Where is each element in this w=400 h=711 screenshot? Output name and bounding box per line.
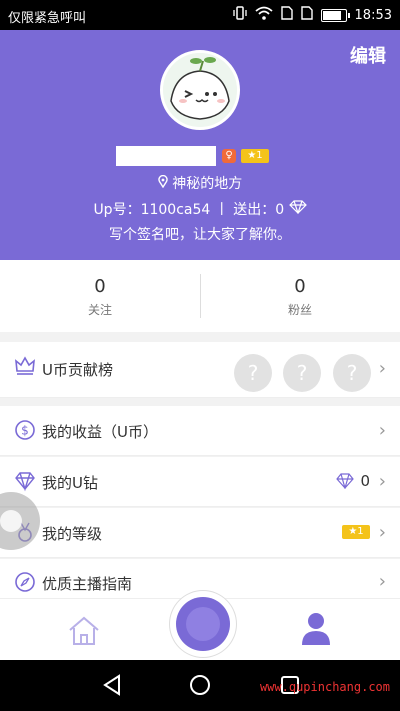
bottom-tab-bar	[0, 591, 400, 661]
home-icon[interactable]	[66, 615, 102, 647]
fans-stat[interactable]: 0 粉丝	[200, 260, 400, 332]
level-badge: ★1	[241, 149, 269, 163]
mascot-avatar-icon	[163, 53, 237, 127]
contribution-row[interactable]: U币贡献榜 ? ? ? ›	[0, 342, 400, 398]
placeholder-avatar-icon: ?	[333, 354, 371, 392]
profile-icon[interactable]	[300, 611, 332, 647]
sim-icon-2	[300, 6, 313, 24]
avatar[interactable]	[160, 50, 240, 130]
battery-icon	[320, 8, 350, 22]
profile-header: 编辑 ♀ ★1 神秘的地方 Up号：1100ca54 丨 送出：0 写个签名吧，…	[0, 30, 400, 260]
diamonds-value: 0	[360, 472, 370, 490]
watermark-text: www.qupinchang.com	[259, 680, 390, 694]
back-icon[interactable]	[102, 674, 122, 700]
level-row[interactable]: 我的等级 ★1 ›	[0, 508, 400, 558]
level-badge-value: 1	[256, 150, 263, 161]
placeholder-avatar-icon: ?	[283, 354, 321, 392]
following-count: 0	[94, 276, 106, 297]
edit-button[interactable]: 编辑	[350, 42, 386, 68]
diamond-icon	[288, 200, 307, 218]
status-icons: 18:53	[232, 6, 392, 24]
chevron-right-icon: ›	[378, 522, 386, 543]
level-badge: ★1	[342, 525, 370, 539]
following-label: 关注	[87, 303, 112, 317]
fans-label: 粉丝	[287, 303, 312, 317]
status-bar: 仅限紧急呼叫 18:53	[0, 0, 400, 30]
crown-icon	[14, 355, 36, 377]
wifi-icon	[254, 6, 273, 24]
earnings-label: 我的收益（U币）	[42, 423, 158, 441]
stats-panel: 0 关注 0 粉丝	[0, 260, 400, 332]
diamonds-row[interactable]: 我的U钻 0 ›	[0, 457, 400, 507]
chevron-right-icon: ›	[378, 358, 386, 379]
diamond-icon	[14, 470, 36, 492]
diamond-small-icon	[336, 473, 354, 493]
location: 神秘的地方	[0, 173, 400, 193]
carrier-text: 仅限紧急呼叫	[8, 11, 87, 26]
chevron-right-icon: ›	[378, 420, 386, 441]
following-stat[interactable]: 0 关注	[0, 260, 200, 332]
contribution-label: U币贡献榜	[42, 361, 113, 379]
live-camera-button[interactable]	[170, 591, 236, 657]
signature[interactable]: 写个签名吧，让大家了解你。	[0, 224, 400, 244]
svg-text:$: $	[21, 424, 29, 438]
location-pin-icon	[158, 174, 172, 192]
home-circle-icon[interactable]	[189, 674, 211, 700]
clock: 18:53	[354, 7, 392, 23]
placeholder-avatar-icon: ?	[234, 354, 272, 392]
earnings-row[interactable]: $ 我的收益（U币） ›	[0, 406, 400, 456]
id-line: Up号：1100ca54 丨 送出：0	[0, 199, 400, 219]
guide-label: 优质主播指南	[42, 575, 133, 593]
vibrate-icon	[232, 6, 247, 24]
diamonds-label: 我的U钻	[42, 474, 98, 492]
id-text: Up号：1100ca54 丨 送出：0	[93, 202, 285, 218]
level-label: 我的等级	[42, 525, 103, 543]
sim-icon	[280, 6, 293, 24]
dollar-icon: $	[14, 419, 36, 441]
compass-icon	[14, 571, 36, 593]
chevron-right-icon: ›	[378, 571, 386, 592]
chevron-right-icon: ›	[378, 471, 386, 492]
level-badge-value: 1	[357, 526, 364, 537]
camera-lens-icon	[176, 597, 230, 651]
system-nav-bar: www.qupinchang.com	[0, 660, 400, 711]
username-redacted	[116, 146, 216, 166]
fans-count: 0	[294, 276, 306, 297]
location-text: 神秘的地方	[172, 176, 243, 192]
female-gender-icon: ♀	[222, 149, 236, 163]
